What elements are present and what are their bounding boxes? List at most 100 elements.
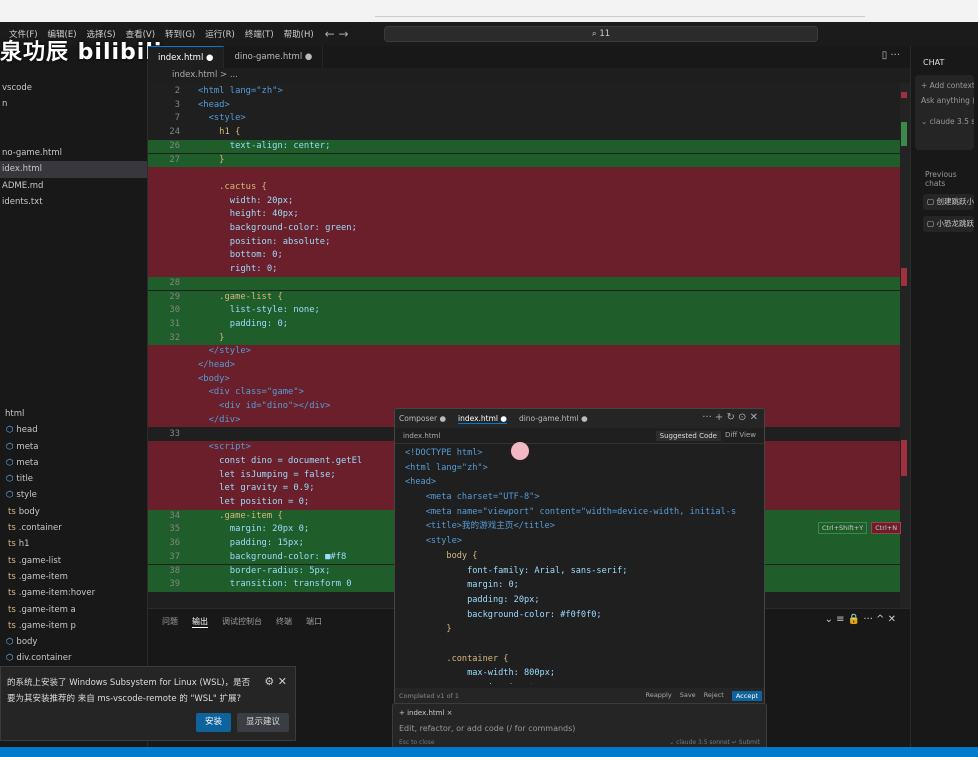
tab-dino-game-html[interactable]: dino-game.html ● bbox=[224, 46, 324, 68]
code-line[interactable]: right: 0; bbox=[148, 263, 910, 277]
outline-item[interactable]: ⬡ body bbox=[0, 634, 148, 650]
code-line[interactable]: 7 <style> bbox=[148, 112, 910, 126]
menu-help[interactable]: 帮助(H) bbox=[279, 28, 319, 40]
code-line[interactable]: 2 <html lang="zh"> bbox=[148, 85, 910, 99]
close-icon[interactable]: ⚙ ✕ bbox=[264, 674, 287, 690]
code-line[interactable]: 28 bbox=[148, 276, 910, 291]
outline-item[interactable]: ts .game-item:hover bbox=[0, 585, 148, 601]
code-line[interactable]: width: 20px; bbox=[148, 194, 910, 209]
show-recommendation-button[interactable]: 显示建议 bbox=[236, 713, 289, 732]
reject-button[interactable]: Reject bbox=[704, 691, 724, 701]
outline-item[interactable]: ts .game-item a bbox=[0, 602, 148, 618]
explorer-item-students[interactable]: idents.txt bbox=[0, 194, 147, 210]
code-line[interactable]: <body> bbox=[148, 372, 910, 387]
diff-view-button[interactable]: Diff View bbox=[725, 431, 756, 441]
panel-tab-terminal[interactable]: 终端 bbox=[276, 616, 292, 628]
panel-tab-ports[interactable]: 端口 bbox=[306, 616, 322, 628]
outline-item[interactable]: ⬡ meta bbox=[0, 439, 148, 455]
code-line[interactable]: 32 } bbox=[148, 331, 910, 346]
line-number: 39 bbox=[169, 579, 180, 590]
explorer-item-index[interactable]: idex.html bbox=[0, 161, 147, 178]
outline-item[interactable]: ts h1 bbox=[0, 536, 148, 552]
file-chip[interactable]: index.html × bbox=[407, 709, 452, 717]
explorer-item-dino-game[interactable]: no-game.html bbox=[0, 145, 147, 161]
code-line[interactable]: height: 40px; bbox=[148, 208, 910, 222]
reject-shortcut[interactable]: Ctrl+N bbox=[871, 522, 902, 534]
outline-item[interactable]: ts .container bbox=[0, 520, 148, 536]
code-line[interactable]: 29 .game-list { bbox=[148, 290, 910, 305]
code-line[interactable]: .cactus { bbox=[148, 180, 910, 195]
code-line[interactable]: </style> bbox=[148, 345, 910, 359]
nav-arrows[interactable]: ← → bbox=[319, 27, 355, 41]
code-line[interactable]: bottom: 0; bbox=[148, 249, 910, 264]
code-line[interactable] bbox=[148, 167, 910, 181]
explorer-item-readme[interactable]: ADME.md bbox=[0, 178, 147, 194]
outline-item[interactable]: ts body bbox=[0, 504, 148, 520]
outline-item[interactable]: ⬡ head bbox=[0, 422, 148, 438]
add-context-button[interactable]: + Add context bbox=[921, 81, 974, 90]
composer-code-line: <meta charset="UTF-8"> bbox=[405, 492, 540, 503]
code-text: </style> bbox=[198, 346, 251, 357]
outline-item[interactable]: ⬡ title bbox=[0, 471, 148, 487]
code-line[interactable]: 30 list-style: none; bbox=[148, 304, 910, 318]
panel-tab-output[interactable]: 输出 bbox=[192, 616, 208, 628]
panel-tab-debug-console[interactable]: 调试控制台 bbox=[222, 616, 262, 628]
explorer-item[interactable]: vscode bbox=[0, 80, 147, 96]
bilibili-watermark: 泉功辰 bilibili bbox=[0, 40, 163, 65]
code-line[interactable]: <div class="game"> bbox=[148, 386, 910, 401]
reapply-button[interactable]: Reapply bbox=[646, 691, 672, 701]
panel-tab-problems[interactable]: 问题 bbox=[162, 616, 178, 628]
chat-input[interactable]: + Add context Ask anything ( ⌄ claude 3.… bbox=[915, 75, 974, 150]
outline-item[interactable]: ⬡ meta bbox=[0, 455, 148, 471]
code-line[interactable]: position: absolute; bbox=[148, 235, 910, 250]
outline-item[interactable]: ts .game-item p bbox=[0, 618, 148, 634]
chat-panel: CHAT + Add context Ask anything ( ⌄ clau… bbox=[910, 46, 978, 757]
explorer-item[interactable] bbox=[0, 113, 147, 129]
outline-label: .game-item bbox=[18, 571, 68, 582]
accept-shortcut[interactable]: Ctrl+Shift+Y bbox=[818, 522, 868, 534]
composer-code[interactable]: <!DOCTYPE html> <html lang="zh"> <head> <m… bbox=[395, 444, 764, 684]
editor-scrollbar[interactable] bbox=[900, 83, 910, 630]
accept-button[interactable]: Accept bbox=[731, 691, 762, 701]
outline-item[interactable]: ⬡ div.container bbox=[0, 650, 148, 666]
code-text: list-style: none; bbox=[198, 305, 320, 316]
submit-button[interactable]: ⌄ claude 3.5 sonnet ↵ Submit bbox=[669, 739, 760, 746]
outline-item[interactable]: ⬡ style bbox=[0, 487, 148, 503]
outline-item[interactable]: html bbox=[0, 406, 148, 422]
suggested-code-button[interactable]: Suggested Code bbox=[655, 430, 721, 441]
menu-terminal[interactable]: 终端(T) bbox=[240, 28, 279, 40]
chat-history-item[interactable]: ▢ 小恐龙跳跃 bbox=[923, 216, 974, 232]
line-number: 24 bbox=[169, 127, 180, 138]
code-line[interactable]: 31 padding: 0; bbox=[148, 317, 910, 332]
composer-tab-index[interactable]: index.html ● bbox=[458, 414, 507, 424]
code-line[interactable]: 26 text-align: center; bbox=[148, 139, 910, 154]
split-editor-icon[interactable]: ▯ ··· bbox=[882, 50, 900, 61]
breadcrumb[interactable]: index.html > ... bbox=[148, 68, 910, 83]
code-line[interactable]: 24 h1 { bbox=[148, 126, 910, 140]
save-button[interactable]: Save bbox=[680, 691, 696, 701]
chat-history-item[interactable]: ▢ 创建跳跃小 bbox=[923, 194, 974, 210]
code-text: .game-item { bbox=[198, 510, 283, 521]
code-line[interactable]: 3 <head> bbox=[148, 99, 910, 113]
code-line[interactable]: </head> bbox=[148, 359, 910, 373]
tab-index-html[interactable]: index.html ● bbox=[148, 46, 225, 68]
code-line[interactable]: background-color: green; bbox=[148, 222, 910, 236]
outline-item[interactable]: ts .game-list bbox=[0, 553, 148, 569]
composer-tab[interactable]: Composer ● bbox=[399, 414, 446, 423]
model-select[interactable]: ⌄ claude 3.5 son bbox=[921, 117, 974, 126]
outline-item[interactable]: ts .game-item bbox=[0, 569, 148, 585]
explorer-item[interactable]: n bbox=[0, 96, 147, 112]
menu-run[interactable]: 运行(R) bbox=[200, 28, 240, 40]
code-line[interactable]: 27 } bbox=[148, 153, 910, 168]
menu-go[interactable]: 转到(G) bbox=[160, 28, 200, 40]
composer-tab-dino[interactable]: dino-game.html ● bbox=[519, 414, 588, 423]
command-center[interactable]: ⌕ 11 bbox=[384, 26, 818, 42]
composer-code-line: background-color: #f0f0f0; bbox=[405, 609, 602, 620]
composer-actions-icon[interactable]: ··· + ↻ ⊙ ✕ bbox=[702, 412, 758, 423]
panel-actions[interactable]: ⌄ ≡ 🔒 ··· ^ ✕ bbox=[825, 614, 896, 625]
chat-title: CHAT bbox=[923, 58, 945, 67]
code-text: <div id="dino"></div> bbox=[198, 401, 331, 412]
install-button[interactable]: 安装 bbox=[195, 713, 231, 732]
inline-edit-input[interactable]: + index.html × Edit, refactor, or add co… bbox=[392, 703, 767, 749]
explorer-item[interactable] bbox=[0, 129, 147, 145]
